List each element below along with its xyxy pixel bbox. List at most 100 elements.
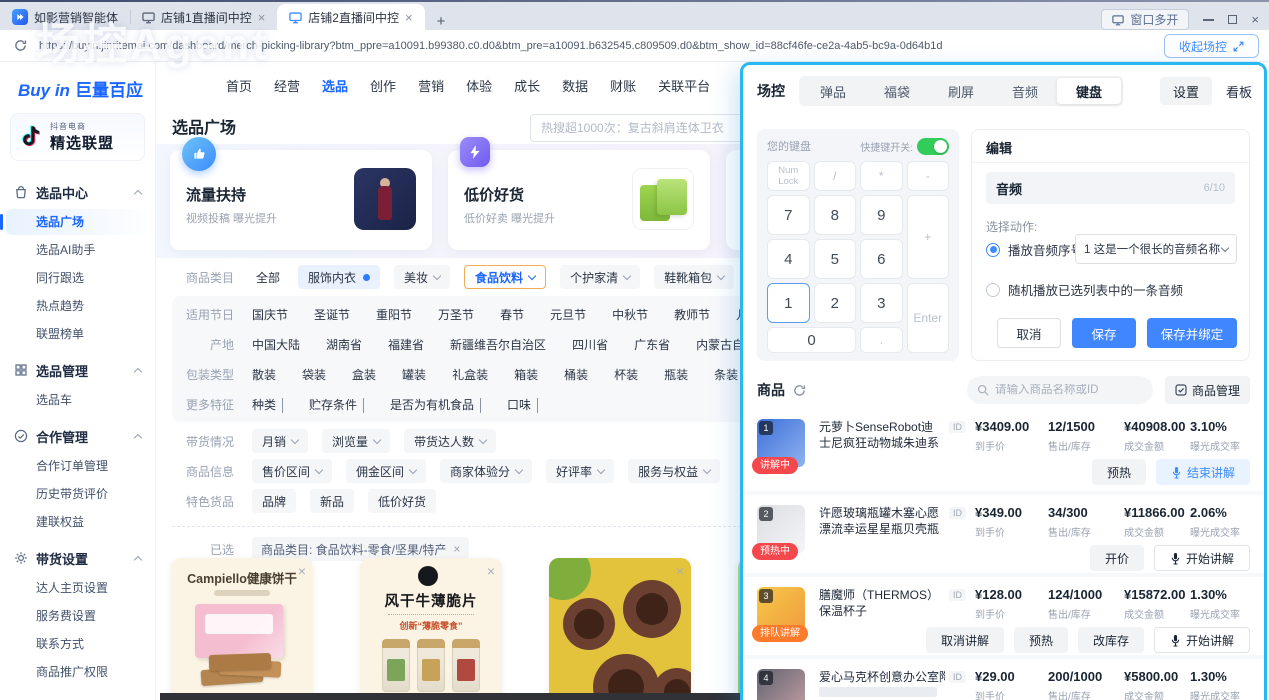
- preheat-button[interactable]: 预热: [1092, 459, 1146, 485]
- sidebar-item-ai-assistant[interactable]: 选品AI助手: [6, 237, 147, 263]
- filter-package-option[interactable]: 瓶装: [664, 366, 688, 383]
- shortcut-toggle[interactable]: [917, 138, 949, 155]
- filter-festival-option[interactable]: 中秋节: [612, 306, 648, 323]
- refresh-icon[interactable]: [793, 384, 806, 397]
- banner-low-price[interactable]: 低价好货 低价好卖 曝光提升: [448, 150, 710, 250]
- tab-lucky-bag[interactable]: 福袋: [865, 78, 929, 104]
- multi-window-button[interactable]: 窗口多开: [1101, 9, 1189, 30]
- key-8[interactable]: 8: [814, 195, 857, 235]
- id-badge[interactable]: ID: [949, 589, 966, 601]
- nav-data[interactable]: 数据: [562, 76, 588, 95]
- banner-traffic-support[interactable]: 流量扶持 视频投稿 曝光提升: [170, 150, 432, 250]
- filter-category-personal-care[interactable]: 个护家清: [560, 265, 640, 289]
- sidebar-item-peer-picks[interactable]: 同行跟选: [6, 265, 147, 291]
- nav-home[interactable]: 首页: [226, 76, 252, 95]
- sidebar-item-contact-info[interactable]: 联系方式: [6, 631, 147, 657]
- filter-info-merchant-score[interactable]: 商家体验分: [440, 459, 532, 483]
- filter-origin-option[interactable]: 湖南省: [326, 336, 362, 353]
- filter-package-option[interactable]: 盒装: [352, 366, 376, 383]
- tab-shop1-control[interactable]: 店铺1直播间中控 ×: [130, 4, 277, 30]
- sidebar-item-service-fee[interactable]: 服务费设置: [6, 603, 147, 629]
- tab-audio[interactable]: 音频: [993, 78, 1057, 104]
- key-6[interactable]: 6: [860, 239, 903, 279]
- close-icon[interactable]: ×: [298, 563, 306, 579]
- key-4[interactable]: 4: [767, 239, 810, 279]
- filter-special-brand[interactable]: 品牌: [252, 489, 296, 513]
- filter-package-option[interactable]: 散装: [252, 366, 276, 383]
- nav-growth[interactable]: 成长: [514, 76, 540, 95]
- window-maximize-button[interactable]: [1228, 15, 1237, 24]
- product-search-input[interactable]: [995, 384, 1125, 396]
- sidebar-item-selection-cart[interactable]: 选品车: [6, 387, 147, 413]
- id-badge[interactable]: ID: [949, 507, 966, 519]
- radio-icon[interactable]: [986, 283, 1000, 297]
- key-5[interactable]: 5: [814, 239, 857, 279]
- filter-feature-option[interactable]: 贮存条件: [309, 396, 364, 413]
- sidebar-item-product-plaza[interactable]: 选品广场: [6, 209, 147, 235]
- sidebar-item-alliance-ranking[interactable]: 联盟榜单: [6, 321, 147, 347]
- filter-category-apparel[interactable]: 服饰内衣: [298, 265, 380, 289]
- filter-origin-option[interactable]: 中国大陆: [252, 336, 300, 353]
- filter-sales-views[interactable]: 浏览量: [322, 429, 390, 453]
- filter-feature-option[interactable]: 口味: [507, 396, 538, 413]
- name-input[interactable]: 音频 6/10: [986, 172, 1235, 204]
- nav-operate[interactable]: 经营: [274, 76, 300, 95]
- filter-package-option[interactable]: 箱装: [514, 366, 538, 383]
- filter-festival-option[interactable]: 圣诞节: [314, 306, 350, 323]
- filter-category-food[interactable]: 食品饮料: [464, 265, 546, 289]
- board-button[interactable]: 看板: [1226, 82, 1252, 101]
- product-row[interactable]: 2 预热中 许愿玻璃瓶罐木塞心愿漂流幸运星星瓶贝壳瓶摆件折纸成品生... ID …: [743, 491, 1264, 573]
- filter-package-option[interactable]: 桶装: [564, 366, 588, 383]
- new-tab-button[interactable]: +: [425, 13, 458, 30]
- cancel-explain-button[interactable]: 取消讲解: [926, 627, 1004, 653]
- key-enter[interactable]: Enter: [907, 283, 950, 353]
- product-row[interactable]: 4 爱心马克杯创意办公室陶瓷水杯 ID ¥29.00到手价 200/1000售出…: [743, 655, 1264, 700]
- filter-festival-option[interactable]: 重阳节: [376, 306, 412, 323]
- key-multiply[interactable]: *: [860, 161, 903, 191]
- preheat-button[interactable]: 预热: [1014, 627, 1068, 653]
- filter-festival-option[interactable]: 国庆节: [252, 306, 288, 323]
- filter-festival-option[interactable]: 教师节: [674, 306, 710, 323]
- key-2[interactable]: 2: [814, 283, 857, 323]
- tab-marketing-agent[interactable]: 如影营销智能体: [0, 4, 130, 30]
- close-icon[interactable]: ×: [487, 563, 495, 579]
- filter-special-new[interactable]: 新品: [310, 489, 354, 513]
- filter-origin-option[interactable]: 广东省: [634, 336, 670, 353]
- key-1-selected[interactable]: 1: [767, 283, 810, 323]
- tab-screen-flood[interactable]: 刷屏: [929, 78, 993, 104]
- sidebar-group-sales-settings[interactable]: 带货设置: [0, 543, 155, 573]
- filter-info-commission[interactable]: 佣金区间: [346, 459, 426, 483]
- filter-festival-option[interactable]: 元旦节: [550, 306, 586, 323]
- url-text[interactable]: https://buyin.jinritemai.com/dashboard/m…: [39, 40, 943, 52]
- filter-sales-monthly[interactable]: 月销: [252, 429, 308, 453]
- filter-package-option[interactable]: 罐装: [402, 366, 426, 383]
- filter-category-all[interactable]: 全部: [252, 265, 284, 289]
- filter-package-option[interactable]: 袋装: [302, 366, 326, 383]
- product-row[interactable]: 3 排队讲解 膳魔师（THERMOS）保温杯子 ID ¥128.00到手价 12…: [743, 573, 1264, 655]
- filter-feature-option[interactable]: 是否为有机食品: [390, 396, 481, 413]
- product-search-box[interactable]: [967, 376, 1153, 404]
- window-close-button[interactable]: ×: [1251, 12, 1259, 27]
- radio-selected-icon[interactable]: [986, 243, 1000, 257]
- change-stock-button[interactable]: 改库存: [1078, 627, 1144, 653]
- nav-selection[interactable]: 选品: [322, 76, 348, 95]
- recommend-card-beef-chips[interactable]: × 风干牛薄脆片 创新“薄脆零食”: [360, 558, 502, 700]
- close-icon[interactable]: ×: [676, 563, 684, 579]
- key-9[interactable]: 9: [860, 195, 903, 235]
- id-badge[interactable]: ID: [949, 421, 966, 433]
- sidebar-item-cooperation-orders[interactable]: 合作订单管理: [6, 453, 147, 479]
- window-minimize-button[interactable]: [1203, 19, 1214, 21]
- tab-close-icon[interactable]: ×: [405, 11, 413, 24]
- start-explain-button[interactable]: 开始讲解: [1154, 545, 1250, 571]
- filter-sales-influencers[interactable]: 带货达人数: [404, 429, 496, 453]
- settings-button[interactable]: 设置: [1160, 77, 1212, 105]
- filter-feature-option[interactable]: 种类: [252, 396, 283, 413]
- tab-shop2-control[interactable]: 店铺2直播间中控 ×: [277, 4, 424, 30]
- sidebar-item-profile-settings[interactable]: 达人主页设置: [6, 575, 147, 601]
- nav-experience[interactable]: 体验: [466, 76, 492, 95]
- audio-select-dropdown[interactable]: 1 这是一个很长的音频名称，超过...: [1075, 234, 1237, 264]
- product-manage-button[interactable]: 商品管理: [1165, 376, 1250, 404]
- end-explain-button[interactable]: 结束讲解: [1156, 459, 1250, 485]
- nav-platforms[interactable]: 关联平台: [658, 76, 710, 95]
- start-explain-button[interactable]: 开始讲解: [1154, 627, 1250, 653]
